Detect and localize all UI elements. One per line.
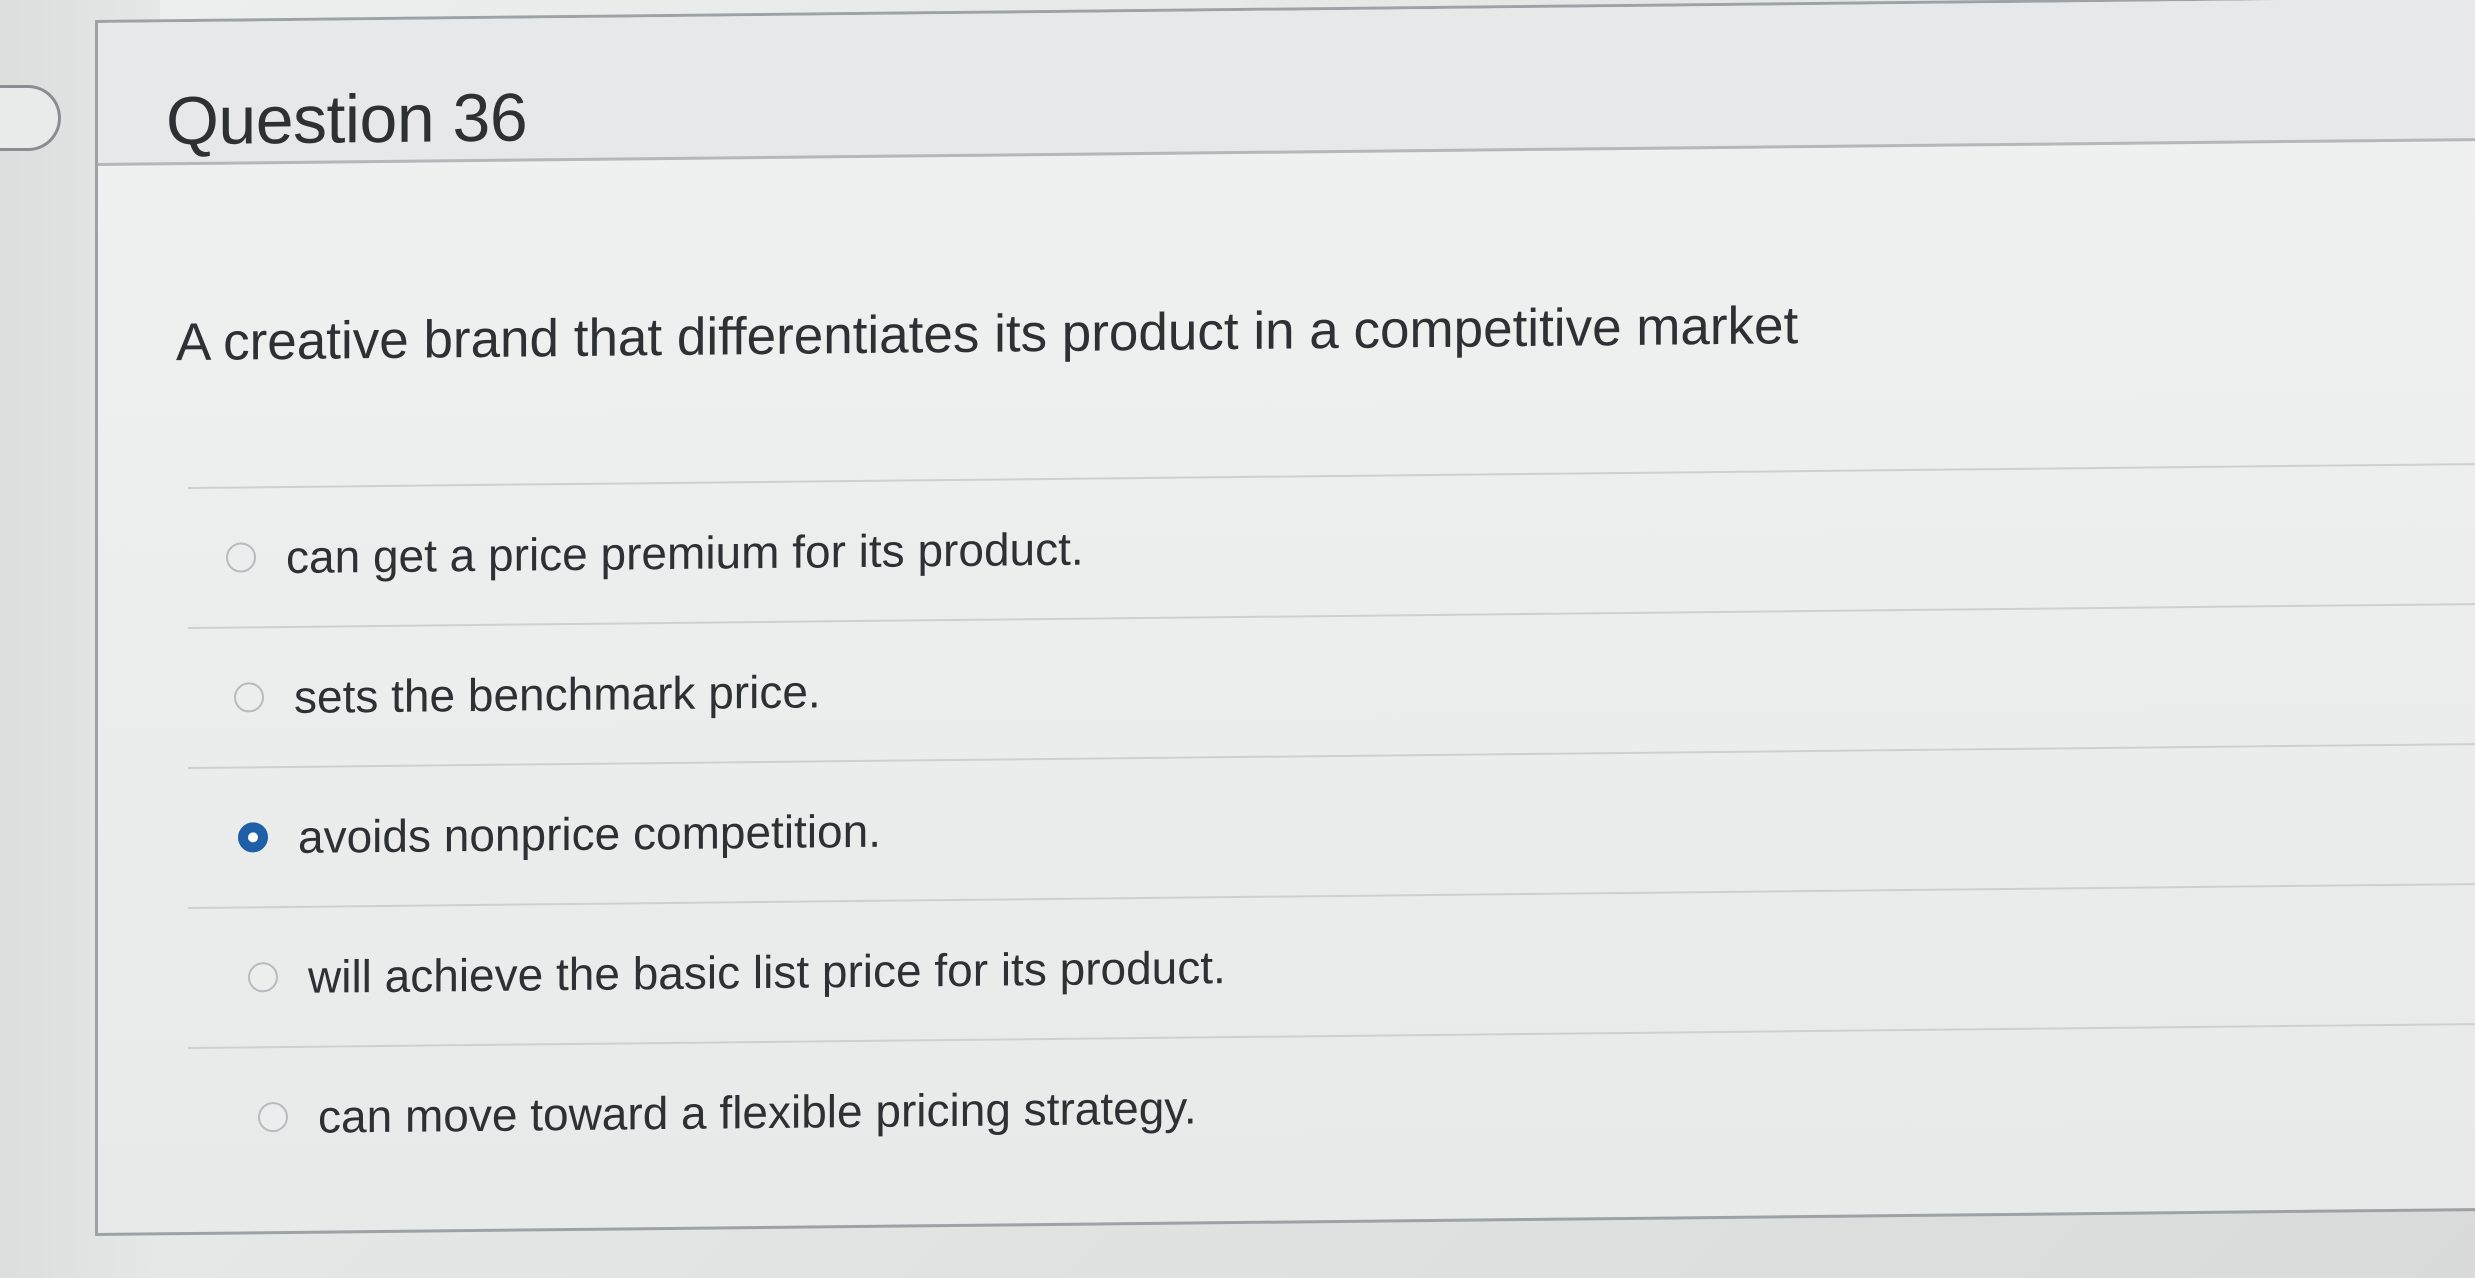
answer-list: can get a price premium for its product.… xyxy=(188,462,2475,1188)
radio-button[interactable] xyxy=(238,822,268,853)
radio-button[interactable] xyxy=(234,682,264,713)
radio-button[interactable] xyxy=(248,962,278,993)
answer-option[interactable]: will achieve the basic list price for it… xyxy=(188,882,2475,1048)
answer-option[interactable]: can get a price premium for its product. xyxy=(188,462,2475,628)
radio-button[interactable] xyxy=(226,542,256,573)
question-title: Question 36 xyxy=(166,79,528,160)
answer-label: sets the benchmark price. xyxy=(294,665,821,723)
answer-option[interactable]: sets the benchmark price. xyxy=(188,602,2475,768)
screen: Question 36 2. A creative brand that dif… xyxy=(0,0,2475,1278)
answer-label: can get a price premium for its product. xyxy=(286,522,1084,583)
answer-label: will achieve the basic list price for it… xyxy=(308,941,1226,1003)
question-header: Question 36 2. xyxy=(98,0,2475,166)
question-card: Question 36 2. A creative brand that dif… xyxy=(95,0,2475,1236)
question-text: A creative brand that differentiates its… xyxy=(176,296,1799,373)
radio-button[interactable] xyxy=(258,1101,288,1133)
answer-label: avoids nonprice competition. xyxy=(298,804,881,863)
answer-option[interactable]: can move toward a flexible pricing strat… xyxy=(188,1022,2475,1188)
answer-option[interactable]: avoids nonprice competition. xyxy=(188,742,2475,908)
answer-label: can move toward a flexible pricing strat… xyxy=(318,1081,1197,1143)
flag-icon[interactable] xyxy=(0,85,61,151)
